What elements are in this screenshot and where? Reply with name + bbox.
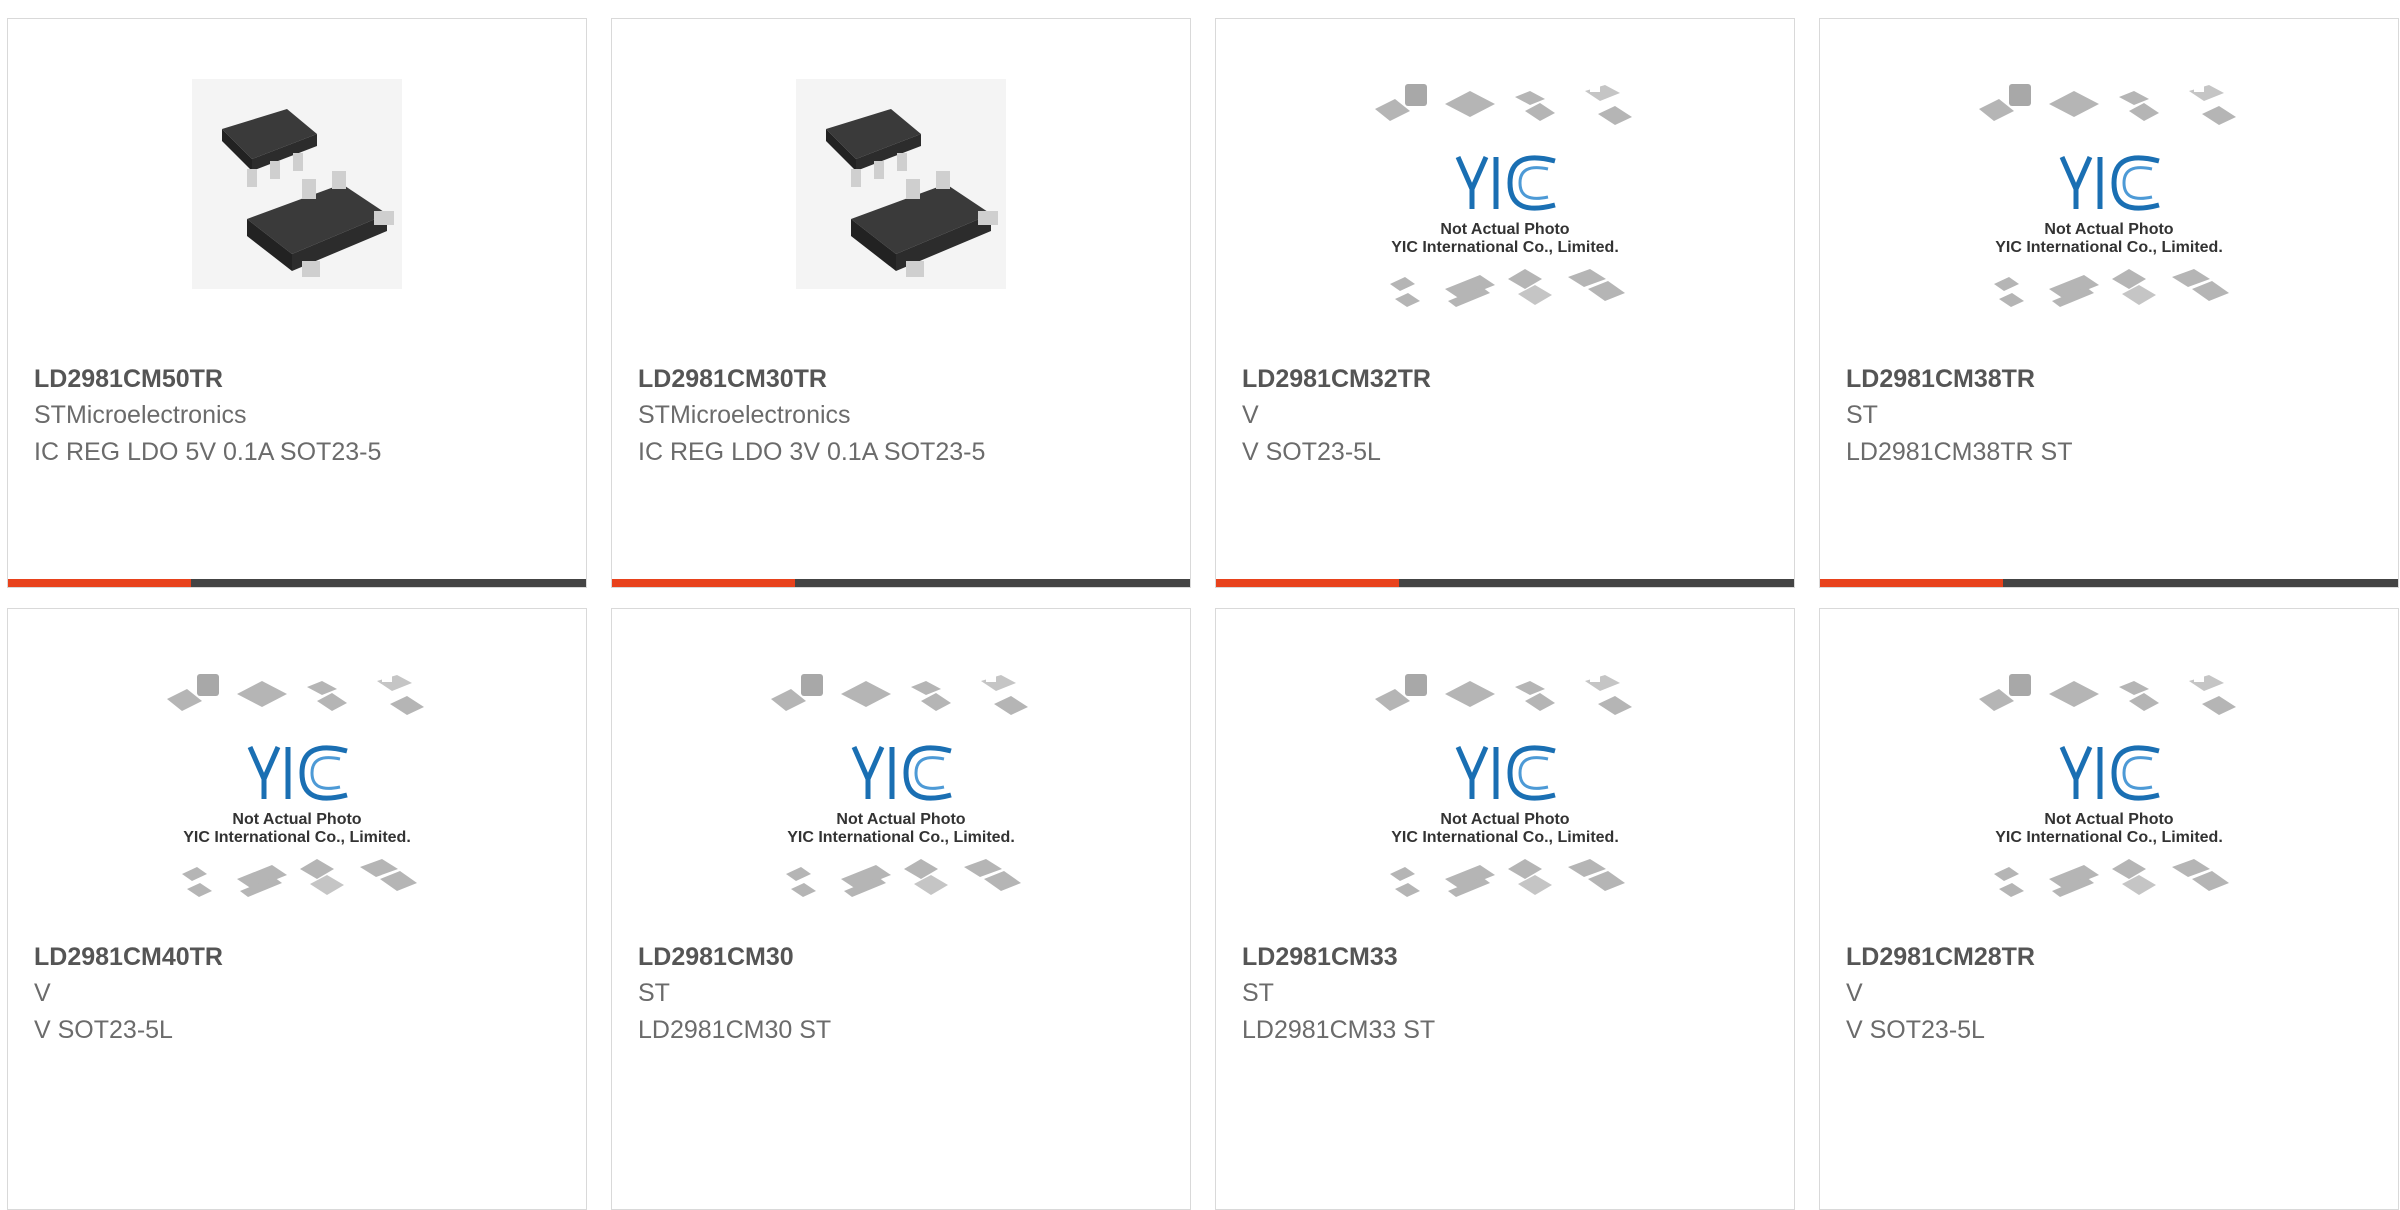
placeholder-caption-1: Not Actual Photo	[2044, 811, 2173, 828]
product-image[interactable]: Not Actual Photo YIC International Co., …	[8, 669, 586, 909]
product-card[interactable]: Not Actual Photo YIC International Co., …	[1215, 18, 1795, 588]
card-accent	[8, 579, 191, 587]
manufacturer: ST	[1242, 979, 1274, 1007]
sot23-package-icon	[796, 79, 1006, 289]
not-actual-photo-icon: Not Actual Photo YIC International Co., …	[1979, 674, 2236, 897]
placeholder-caption-2: YIC International Co., Limited.	[183, 829, 411, 846]
product-card[interactable]: Not Actual Photo YIC International Co., …	[1819, 18, 2399, 588]
description: LD2981CM38TR ST	[1846, 438, 2073, 466]
not-actual-photo-icon: Not Actual Photo YIC International Co., …	[1979, 84, 2236, 307]
part-number[interactable]: LD2981CM30TR	[638, 361, 1170, 397]
yic-logo	[247, 745, 281, 799]
placeholder-caption-1: Not Actual Photo	[1440, 811, 1569, 828]
not-actual-photo-icon: Not Actual Photo YIC International Co., …	[167, 674, 424, 897]
not-actual-photo-icon: Not Actual Photo YIC International Co., …	[771, 674, 1028, 897]
description: IC REG LDO 5V 0.1A SOT23-5	[34, 438, 382, 466]
product-image[interactable]: Not Actual Photo YIC International Co., …	[1216, 79, 1794, 319]
placeholder-caption-2: YIC International Co., Limited.	[787, 829, 1015, 846]
part-number[interactable]: LD2981CM30	[638, 939, 1170, 975]
manufacturer: ST	[638, 979, 670, 1007]
product-image[interactable]: Not Actual Photo YIC International Co., …	[1820, 669, 2398, 909]
product-image[interactable]	[8, 79, 586, 319]
manufacturer: V	[34, 979, 51, 1007]
sot23-package-icon	[192, 79, 402, 289]
manufacturer: STMicroelectronics	[638, 401, 851, 429]
description: V SOT23-5L	[34, 1016, 173, 1044]
description: IC REG LDO 3V 0.1A SOT23-5	[638, 438, 986, 466]
manufacturer: V	[1242, 401, 1259, 429]
description: V SOT23-5L	[1242, 438, 1381, 466]
description: V SOT23-5L	[1846, 1016, 1985, 1044]
part-number[interactable]: LD2981CM38TR	[1846, 361, 2378, 397]
card-bottom-bar	[8, 579, 586, 587]
placeholder-caption-1: Not Actual Photo	[232, 811, 361, 828]
part-number[interactable]: LD2981CM28TR	[1846, 939, 2378, 975]
part-number[interactable]: LD2981CM32TR	[1242, 361, 1774, 397]
product-card[interactable]: Not Actual Photo YIC International Co., …	[7, 608, 587, 1210]
yic-logo	[2059, 745, 2093, 799]
description: LD2981CM30 ST	[638, 1016, 832, 1044]
placeholder-caption-2: YIC International Co., Limited.	[1391, 829, 1619, 846]
part-number[interactable]: LD2981CM40TR	[34, 939, 566, 975]
manufacturer: V	[1846, 979, 1863, 1007]
placeholder-caption-2: YIC International Co., Limited.	[1995, 829, 2223, 846]
not-actual-photo-icon: Not Actual Photo YIC International Co., …	[1375, 674, 1632, 897]
card-bottom-bar	[612, 579, 1190, 587]
card-bottom-bar	[1820, 579, 2398, 587]
description: LD2981CM33 ST	[1242, 1016, 1436, 1044]
yic-logo	[1455, 745, 1489, 799]
card-accent	[1216, 579, 1399, 587]
card-accent	[612, 579, 795, 587]
part-number[interactable]: LD2981CM33	[1242, 939, 1774, 975]
placeholder-caption-2: YIC International Co., Limited.	[1391, 239, 1619, 256]
product-image[interactable]	[612, 79, 1190, 319]
placeholder-caption-2: YIC International Co., Limited.	[1995, 239, 2223, 256]
card-bottom-bar	[1216, 579, 1794, 587]
not-actual-photo-icon: Not Actual Photo YIC International Co., …	[1375, 84, 1632, 307]
placeholder-caption-1: Not Actual Photo	[836, 811, 965, 828]
part-number[interactable]: LD2981CM50TR	[34, 361, 566, 397]
product-card[interactable]: LD2981CM50TR STMicroelectronics IC REG L…	[7, 18, 587, 588]
product-card[interactable]: Not Actual Photo YIC International Co., …	[611, 608, 1191, 1210]
manufacturer: STMicroelectronics	[34, 401, 247, 429]
product-image[interactable]: Not Actual Photo YIC International Co., …	[1820, 79, 2398, 319]
product-grid: LD2981CM50TR STMicroelectronics IC REG L…	[7, 18, 2400, 1210]
card-accent	[1820, 579, 2003, 587]
product-card[interactable]: Not Actual Photo YIC International Co., …	[1819, 608, 2399, 1210]
placeholder-caption-1: Not Actual Photo	[2044, 221, 2173, 238]
product-card[interactable]: LD2981CM30TR STMicroelectronics IC REG L…	[611, 18, 1191, 588]
product-image[interactable]: Not Actual Photo YIC International Co., …	[612, 669, 1190, 909]
yic-logo	[2059, 155, 2093, 209]
manufacturer: ST	[1846, 401, 1878, 429]
placeholder-caption-1: Not Actual Photo	[1440, 221, 1569, 238]
yic-logo	[1455, 155, 1489, 209]
product-image[interactable]: Not Actual Photo YIC International Co., …	[1216, 669, 1794, 909]
product-card[interactable]: Not Actual Photo YIC International Co., …	[1215, 608, 1795, 1210]
yic-logo	[851, 745, 885, 799]
